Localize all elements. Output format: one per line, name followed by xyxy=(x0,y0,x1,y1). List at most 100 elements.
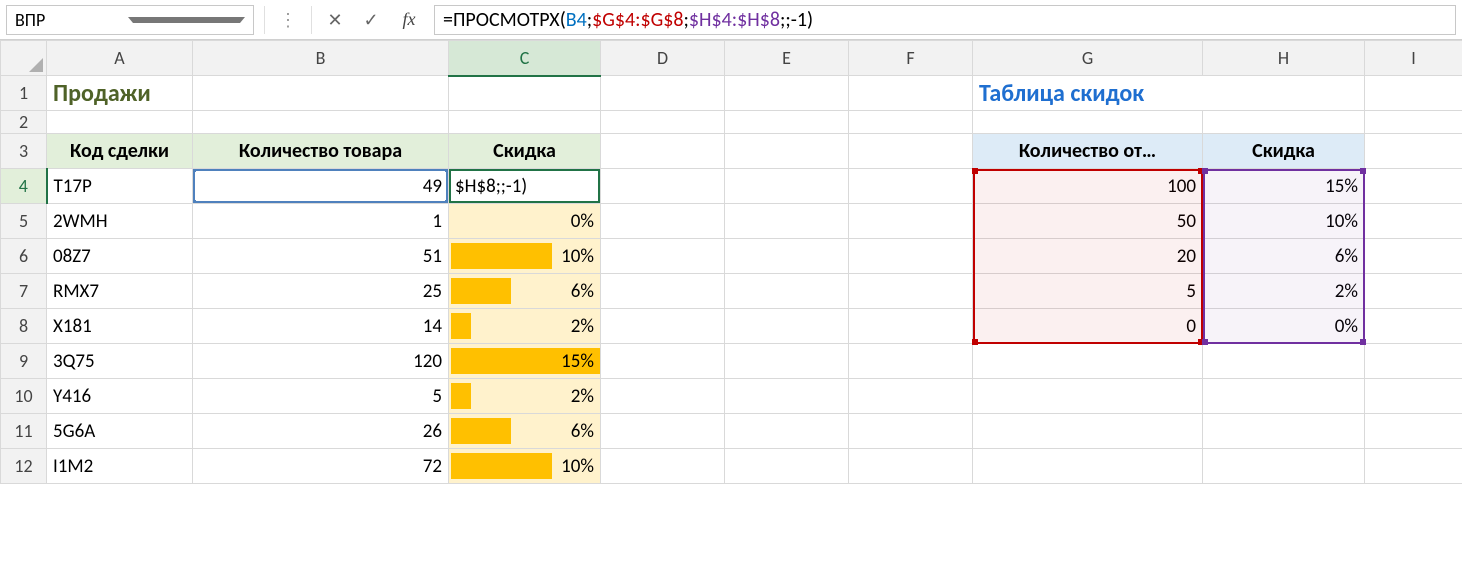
cell[interactable] xyxy=(1365,274,1462,309)
cell[interactable] xyxy=(601,239,725,274)
cell[interactable] xyxy=(601,76,725,111)
cell[interactable]: RMX7 xyxy=(47,274,193,309)
select-all-corner[interactable] xyxy=(1,41,47,76)
row-header[interactable]: 9 xyxy=(1,344,47,379)
cell[interactable]: 0 xyxy=(973,309,1203,344)
row-header[interactable]: 12 xyxy=(1,449,47,484)
row-header[interactable]: 8 xyxy=(1,309,47,344)
header-cell[interactable]: Скидка xyxy=(1203,134,1365,169)
cell[interactable] xyxy=(973,344,1203,379)
cell[interactable]: 14 xyxy=(193,309,449,344)
title-cell[interactable]: Продажи xyxy=(47,76,193,111)
cell[interactable] xyxy=(601,274,725,309)
col-header-H[interactable]: H xyxy=(1203,41,1365,76)
cell[interactable]: 6% xyxy=(449,414,601,449)
formula-input[interactable]: =ПРОСМОТРХ(B4;$G$4:$G$8;$H$4:$H$8;;-1) xyxy=(434,5,1456,35)
cell[interactable] xyxy=(849,111,973,134)
cell[interactable]: X181 xyxy=(47,309,193,344)
cell[interactable] xyxy=(1365,76,1462,111)
cell[interactable]: 72 xyxy=(193,449,449,484)
cell[interactable] xyxy=(973,379,1203,414)
cell[interactable]: 1 xyxy=(193,204,449,239)
cell[interactable] xyxy=(725,204,849,239)
cell[interactable] xyxy=(193,111,449,134)
cell[interactable]: 2% xyxy=(449,379,601,414)
row-header[interactable]: 11 xyxy=(1,414,47,449)
cell[interactable]: T17P xyxy=(47,169,193,204)
cell[interactable] xyxy=(1365,204,1462,239)
cell[interactable] xyxy=(1365,344,1462,379)
cell[interactable]: 2WMH xyxy=(47,204,193,239)
cell[interactable] xyxy=(849,274,973,309)
cell[interactable] xyxy=(725,449,849,484)
row-header[interactable]: 1 xyxy=(1,76,47,111)
title-cell[interactable]: Таблица скидок xyxy=(973,76,1365,111)
cell[interactable] xyxy=(1365,169,1462,204)
cell[interactable] xyxy=(849,309,973,344)
cell[interactable] xyxy=(725,111,849,134)
cell[interactable] xyxy=(47,111,193,134)
cell[interactable] xyxy=(725,344,849,379)
cell[interactable]: 15% xyxy=(1203,169,1365,204)
cell[interactable]: 50 xyxy=(973,204,1203,239)
cell[interactable]: 2% xyxy=(449,309,601,344)
name-box[interactable]: ВПР xyxy=(6,5,254,35)
cell[interactable] xyxy=(601,169,725,204)
cell[interactable] xyxy=(1365,379,1462,414)
cell[interactable]: 5 xyxy=(973,274,1203,309)
header-cell[interactable]: Код сделки xyxy=(47,134,193,169)
cell[interactable] xyxy=(849,449,973,484)
cell[interactable] xyxy=(1365,414,1462,449)
cell[interactable] xyxy=(1365,239,1462,274)
cell[interactable] xyxy=(1365,449,1462,484)
accept-formula-button[interactable]: ✓ xyxy=(358,7,384,33)
cell[interactable]: 100 xyxy=(973,169,1203,204)
cell[interactable] xyxy=(973,111,1203,134)
chevron-down-icon[interactable] xyxy=(128,17,245,23)
cell[interactable]: 120 xyxy=(193,344,449,379)
cell[interactable] xyxy=(725,379,849,414)
cell[interactable] xyxy=(725,169,849,204)
col-header-F[interactable]: F xyxy=(849,41,973,76)
cell[interactable]: 26 xyxy=(193,414,449,449)
fx-icon[interactable]: fx xyxy=(394,9,424,30)
cell[interactable] xyxy=(1203,414,1365,449)
cell[interactable] xyxy=(601,449,725,484)
cell[interactable] xyxy=(725,414,849,449)
cell[interactable]: 10% xyxy=(1203,204,1365,239)
cell[interactable] xyxy=(601,309,725,344)
row-header[interactable]: 4 xyxy=(1,169,47,204)
cell[interactable] xyxy=(601,379,725,414)
col-header-D[interactable]: D xyxy=(601,41,725,76)
spreadsheet-grid[interactable]: A B C D E F G H I 1ПродажиТаблица скидок… xyxy=(0,40,1462,484)
row-header[interactable]: 5 xyxy=(1,204,47,239)
cell[interactable] xyxy=(725,239,849,274)
row-header[interactable]: 3 xyxy=(1,134,47,169)
cell-editing[interactable]: $H$8;;-1) xyxy=(449,169,601,204)
cell[interactable] xyxy=(849,344,973,379)
cell[interactable]: 5G6A xyxy=(47,414,193,449)
row-header[interactable]: 7 xyxy=(1,274,47,309)
col-header-G[interactable]: G xyxy=(973,41,1203,76)
cell[interactable] xyxy=(1365,111,1462,134)
cell[interactable] xyxy=(725,309,849,344)
cell[interactable]: I1M2 xyxy=(47,449,193,484)
cell[interactable] xyxy=(601,344,725,379)
cell[interactable] xyxy=(601,111,725,134)
col-header-A[interactable]: A xyxy=(47,41,193,76)
cell[interactable] xyxy=(725,134,849,169)
cell[interactable] xyxy=(601,204,725,239)
cell[interactable] xyxy=(973,449,1203,484)
cell[interactable] xyxy=(725,76,849,111)
cell[interactable] xyxy=(849,414,973,449)
cell[interactable] xyxy=(849,169,973,204)
cell[interactable] xyxy=(1365,309,1462,344)
cell[interactable] xyxy=(1203,344,1365,379)
cell[interactable] xyxy=(601,134,725,169)
cell[interactable] xyxy=(725,274,849,309)
cell[interactable] xyxy=(1203,379,1365,414)
row-header[interactable]: 10 xyxy=(1,379,47,414)
cell[interactable] xyxy=(1203,449,1365,484)
cell[interactable]: Y416 xyxy=(47,379,193,414)
cell[interactable]: 25 xyxy=(193,274,449,309)
